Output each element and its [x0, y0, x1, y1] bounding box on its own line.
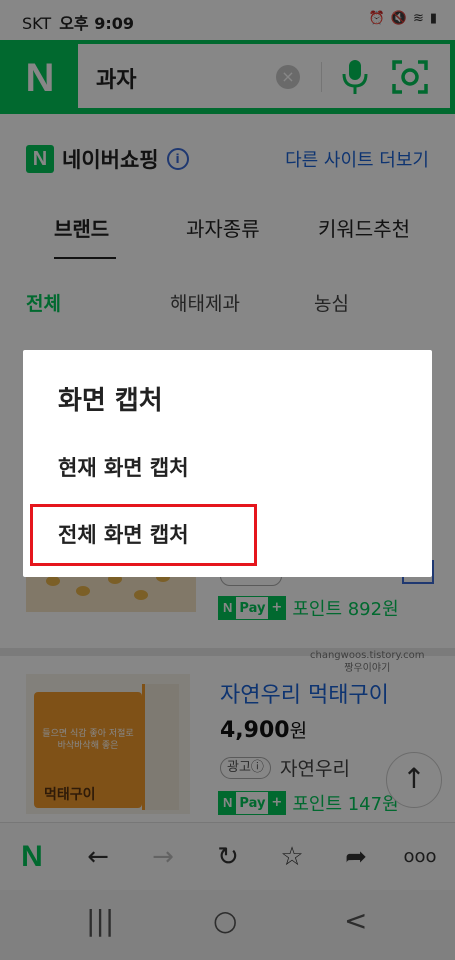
capture-full-screen-option[interactable]: 전체 화면 캡처 [58, 519, 189, 549]
dialog-title: 화면 캡처 [58, 386, 163, 416]
capture-current-screen-option[interactable]: 현재 화면 캡처 [58, 452, 189, 482]
screen-capture-dialog: 화면 캡처 현재 화면 캡처 전체 화면 캡처 [23, 350, 432, 577]
